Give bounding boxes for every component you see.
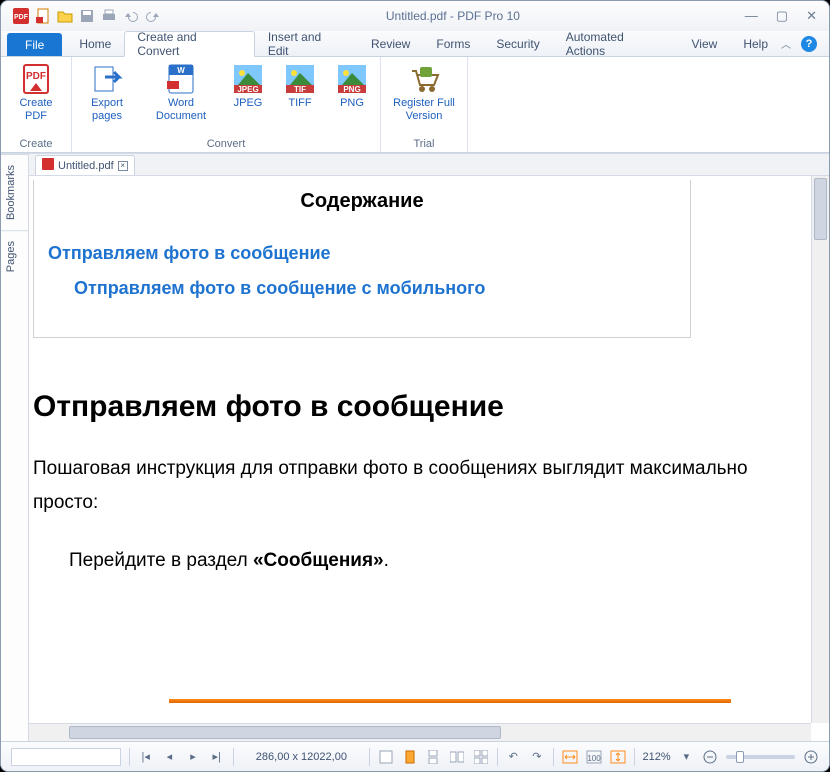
zoom-in-icon[interactable] <box>803 748 819 766</box>
svg-text:W: W <box>177 66 185 75</box>
pdf-app-icon: PDF <box>13 8 29 24</box>
save-icon[interactable] <box>79 8 95 24</box>
document-tab[interactable]: Untitled.pdf × <box>35 155 135 175</box>
prev-page-icon[interactable]: ◂ <box>162 748 178 766</box>
svg-text:100: 100 <box>587 754 601 763</box>
shopping-cart-icon <box>408 63 440 95</box>
tab-security[interactable]: Security <box>483 31 552 56</box>
title-bar: PDF Untitled.pdf - PDF Pro 10 — ▢ ✕ <box>1 1 829 31</box>
export-icon <box>91 63 123 95</box>
document-area: Untitled.pdf × Содержание Отправляем фот… <box>29 154 829 741</box>
svg-text:PDF: PDF <box>14 14 29 21</box>
toc-link-1[interactable]: Отправляем фото в сообщение <box>48 243 682 264</box>
continuous-icon[interactable] <box>426 748 442 766</box>
tiff-button[interactable]: TIF TIFF <box>278 61 322 136</box>
horizontal-scrollbar[interactable] <box>29 723 811 741</box>
tab-create-and-convert[interactable]: Create and Convert <box>124 31 254 57</box>
collapse-ribbon-icon[interactable]: ︿ <box>781 36 791 51</box>
window-title: Untitled.pdf - PDF Pro 10 <box>161 9 745 23</box>
file-tab[interactable]: File <box>7 33 62 56</box>
undo-icon[interactable] <box>123 8 139 24</box>
tab-help[interactable]: Help <box>730 31 781 56</box>
side-tab-bookmarks[interactable]: Bookmarks <box>1 154 28 230</box>
zoom-out-icon[interactable] <box>702 748 718 766</box>
first-page-icon[interactable]: |◂ <box>138 748 154 766</box>
doc-list-item: Перейдите в раздел «Сообщения». <box>69 550 807 572</box>
tif-icon: TIF <box>284 63 316 95</box>
new-icon[interactable] <box>35 8 51 24</box>
single-page-icon[interactable] <box>402 748 418 766</box>
close-button[interactable]: ✕ <box>806 8 817 24</box>
ribbon-group-trial: Register Full Version Trial <box>381 57 468 152</box>
page-pane[interactable]: Содержание Отправляем фото в сообщение О… <box>29 176 811 723</box>
tab-view[interactable]: View <box>679 31 731 56</box>
jpeg-button[interactable]: JPEG JPEG <box>226 61 270 136</box>
document-tab-label: Untitled.pdf <box>58 160 114 172</box>
vertical-scrollbar[interactable] <box>811 176 829 723</box>
side-panel-tabs: Bookmarks Pages <box>1 154 29 741</box>
doc-heading: Отправляем фото в сообщение <box>33 390 807 424</box>
svg-text:PNG: PNG <box>343 85 360 94</box>
zoom-level-label: 212% <box>642 751 670 763</box>
create-pdf-button[interactable]: PDF Create PDF <box>7 61 65 136</box>
pdf-icon: PDF <box>20 63 52 95</box>
maximize-button[interactable]: ▢ <box>776 8 788 24</box>
ribbon-panel: PDF Create PDF Create Export pages W Wor… <box>1 57 829 153</box>
rotate-right-icon[interactable]: ↷ <box>529 748 545 766</box>
zoom-dropdown-icon[interactable]: ▾ <box>679 748 695 766</box>
png-button[interactable]: PNG PNG <box>330 61 374 136</box>
two-page-icon[interactable] <box>449 748 465 766</box>
actual-size-icon[interactable]: 100 <box>586 748 602 766</box>
page-break-indicator <box>169 699 731 703</box>
help-icon[interactable]: ? <box>801 36 817 52</box>
rotate-left-icon[interactable]: ↶ <box>505 748 521 766</box>
print-icon[interactable] <box>101 8 117 24</box>
document-tab-close-icon[interactable]: × <box>118 161 128 171</box>
fit-page-icon[interactable] <box>610 748 626 766</box>
toc-title: Содержание <box>42 190 682 213</box>
svg-text:JPEG: JPEG <box>237 85 258 94</box>
side-tab-pages[interactable]: Pages <box>1 230 28 282</box>
workspace: Bookmarks Pages Untitled.pdf × Содержани… <box>1 153 829 741</box>
next-page-icon[interactable]: ▸ <box>185 748 201 766</box>
doc-paragraph: Пошаговая инструкция для отправки фото в… <box>33 452 807 520</box>
toc-link-2[interactable]: Отправляем фото в сообщение с мобильного <box>74 278 682 299</box>
minimize-button[interactable]: — <box>745 8 758 24</box>
quick-access-toolbar: PDF <box>13 8 161 24</box>
ribbon-tab-strip: File Home Create and Convert Insert and … <box>1 31 829 57</box>
word-document-button[interactable]: W Word Document <box>144 61 218 136</box>
word-icon: W <box>165 63 197 95</box>
zoom-slider[interactable] <box>726 755 796 759</box>
redo-icon[interactable] <box>145 8 161 24</box>
document-tab-bar: Untitled.pdf × <box>29 154 829 176</box>
pdf-small-icon <box>42 158 54 173</box>
view-mode-a-icon[interactable] <box>378 748 394 766</box>
tab-home[interactable]: Home <box>66 31 124 56</box>
status-bar: |◂ ◂ ▸ ▸| 286,00 x 12022,00 ↶ ↷ 100 212%… <box>1 741 829 771</box>
tab-insert-and-edit[interactable]: Insert and Edit <box>255 31 358 56</box>
window-controls: — ▢ ✕ <box>745 8 817 24</box>
tab-automated-actions[interactable]: Automated Actions <box>553 31 679 56</box>
ribbon-group-create: PDF Create PDF Create <box>1 57 72 152</box>
svg-text:PDF: PDF <box>26 71 46 82</box>
zoom-slider-thumb[interactable] <box>736 751 744 763</box>
page-number-input[interactable] <box>11 748 121 766</box>
ribbon-group-convert: Export pages W Word Document JPEG JPEG T… <box>72 57 381 152</box>
tab-review[interactable]: Review <box>358 31 423 56</box>
svg-text:TIF: TIF <box>294 85 306 94</box>
two-continuous-icon[interactable] <box>473 748 489 766</box>
png-icon: PNG <box>336 63 368 95</box>
cursor-coordinates: 286,00 x 12022,00 <box>241 751 361 763</box>
document-viewport: Содержание Отправляем фото в сообщение О… <box>29 176 829 723</box>
register-full-version-button[interactable]: Register Full Version <box>387 61 461 136</box>
fit-width-icon[interactable] <box>562 748 578 766</box>
app-window: PDF Untitled.pdf - PDF Pro 10 — ▢ ✕ File… <box>0 0 830 772</box>
open-icon[interactable] <box>57 8 73 24</box>
jpeg-icon: JPEG <box>232 63 264 95</box>
last-page-icon[interactable]: ▸| <box>209 748 225 766</box>
toc-box: Содержание Отправляем фото в сообщение О… <box>33 180 691 338</box>
tab-forms[interactable]: Forms <box>423 31 483 56</box>
export-pages-button[interactable]: Export pages <box>78 61 136 136</box>
